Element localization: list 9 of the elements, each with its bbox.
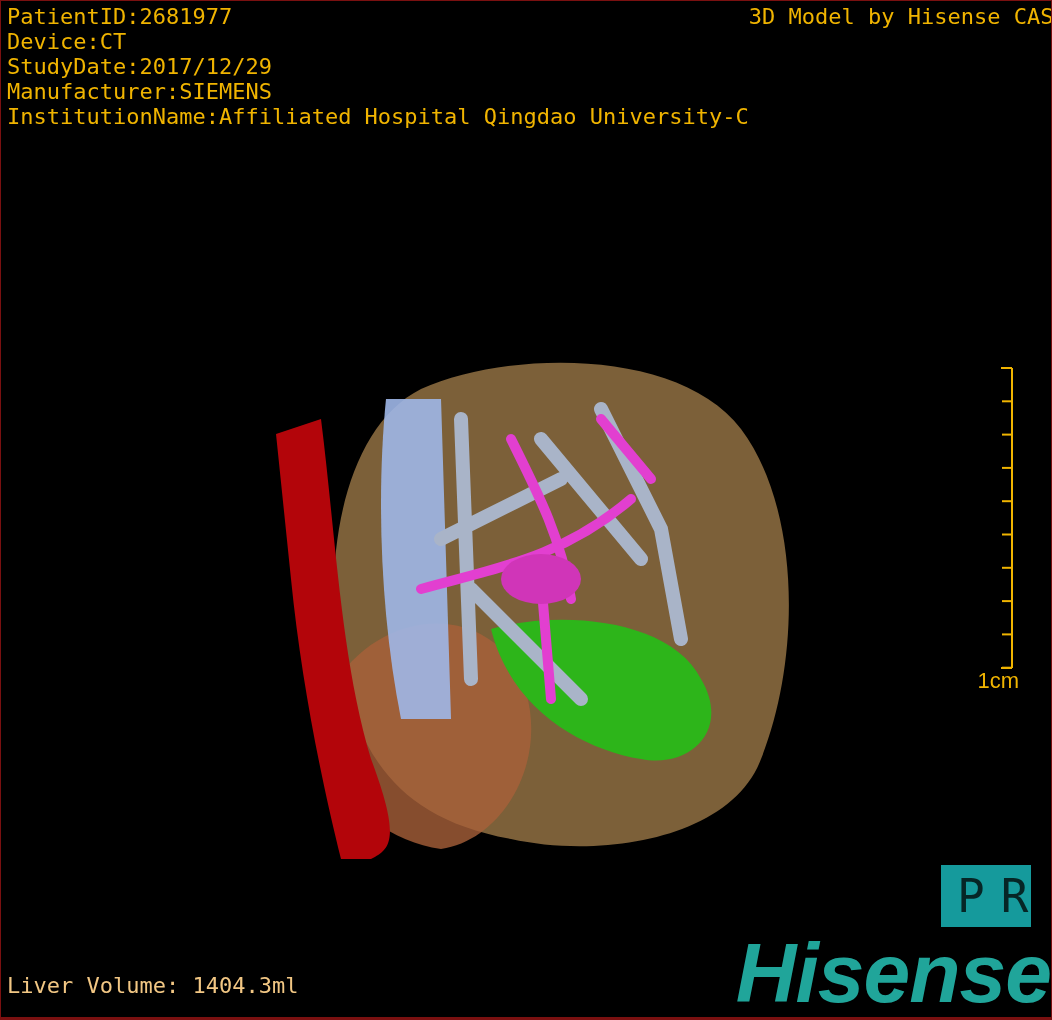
scale-label: 1cm <box>977 669 1019 693</box>
patient-info-text: InstitutionName:Affiliated Hospital Qingdao University-C <box>7 104 749 129</box>
pr-mode-button[interactable]: PR <box>941 865 1031 927</box>
brand-logo: Hisense <box>735 933 1051 1013</box>
patient-info-text: PatientID:2681977 <box>7 4 234 29</box>
patient-info-text: StudyDate:2017/12/29 <box>7 54 273 79</box>
liver-volume-text: Liver Volume: 1404.3ml <box>7 972 299 1000</box>
patient-info-text: Device:CT <box>7 29 128 54</box>
patient-info-text: Manufacturer:SIEMENS <box>7 79 273 104</box>
